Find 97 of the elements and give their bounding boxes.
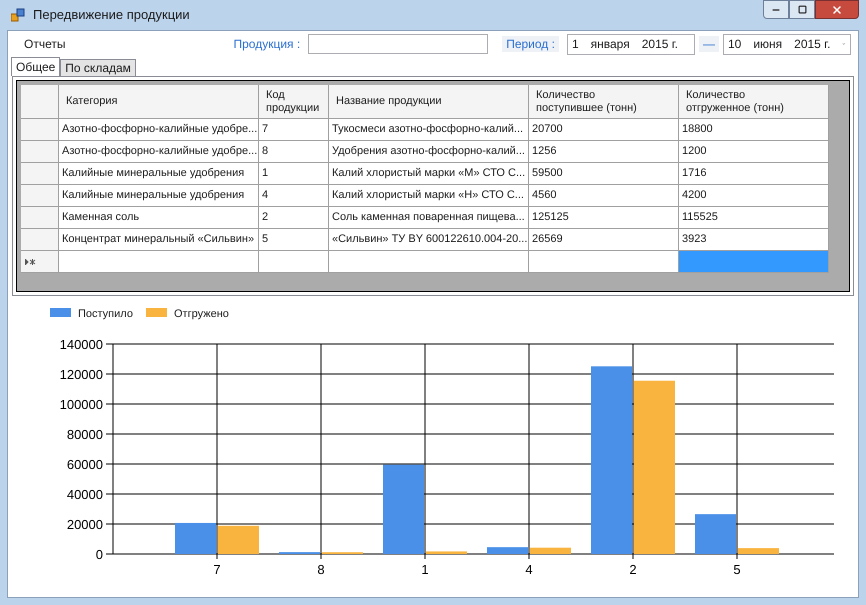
tab[interactable]: Общее (11, 57, 60, 76)
period-label: Период : (502, 36, 559, 52)
table-cell: 125125 (529, 207, 679, 229)
x-tick-label: 7 (213, 562, 221, 576)
product-label: Продукция : (233, 36, 300, 52)
date-separator: — (698, 36, 719, 52)
table-cell: 8 (259, 141, 329, 163)
table-cell: 5 (259, 229, 329, 251)
close-icon (831, 4, 843, 16)
date-year: 2015 г. (794, 36, 830, 52)
table-cell: 1200 (679, 141, 829, 163)
column-header-text: Категория (66, 95, 118, 108)
maximize-icon (798, 5, 806, 14)
row-header[interactable] (21, 207, 59, 229)
table-cell: 3923 (679, 229, 829, 251)
y-tick-label: 60000 (66, 457, 103, 472)
x-tick-label: 5 (733, 562, 741, 576)
table-cell: «Сильвин» ТУ BY 600122610.004-20... (329, 229, 529, 251)
table-cell: 1 (259, 163, 329, 185)
bar (426, 551, 467, 554)
x-tick-label: 1 (421, 562, 429, 576)
bar (218, 526, 259, 554)
column-header-text: Количество поступившее (тонн) (536, 88, 638, 114)
table-cell: 20700 (529, 119, 679, 141)
product-field[interactable] (308, 34, 488, 54)
row-header[interactable] (21, 185, 59, 207)
tab[interactable]: По складам (60, 59, 136, 76)
table-cell: 1716 (679, 163, 829, 185)
column-header-text: Количество отгруженное (тонн) (686, 88, 785, 114)
table-cell: 4560 (529, 185, 679, 207)
y-tick-label: 100000 (60, 397, 103, 412)
x-tick-label: 4 (525, 562, 533, 576)
row-header[interactable] (21, 119, 59, 141)
table-cell[interactable] (259, 251, 329, 273)
table-cell[interactable] (59, 251, 259, 273)
table-cell: 18800 (679, 119, 829, 141)
table-cell: 115525 (679, 207, 829, 229)
y-tick-label: 80000 (66, 427, 103, 442)
table-cell[interactable] (329, 251, 529, 273)
menu-item[interactable]: Отчеты (16, 36, 74, 52)
bar (738, 548, 779, 554)
column-header[interactable]: Категория (59, 85, 259, 119)
y-tick-label: 140000 (60, 337, 103, 352)
table-cell: Соль каменная поваренная пищева... (329, 207, 529, 229)
y-tick-label: 120000 (60, 367, 103, 382)
table-cell: Калийные минеральные удобрения (59, 163, 259, 185)
x-tick-label: 8 (317, 562, 325, 576)
new-row-icon (25, 258, 36, 264)
legend-label: Поступило (78, 308, 133, 320)
column-header[interactable]: Количество поступившее (тонн) (529, 85, 679, 119)
table-cell: Калий хлористый марки «М» СТО С... (329, 163, 529, 185)
table-cell: 2 (259, 207, 329, 229)
column-header[interactable]: Название продукции (329, 85, 529, 119)
table-cell: Азотно-фосфорно-калийные удобре... (59, 119, 259, 141)
table-cell: 4 (259, 185, 329, 207)
close-button[interactable] (815, 0, 859, 19)
table-cell: 1256 (529, 141, 679, 163)
table-cell: Калийные минеральные удобрения (59, 185, 259, 207)
bar (175, 522, 216, 554)
table-cell[interactable] (529, 251, 679, 273)
header-cell (21, 85, 59, 119)
column-header-text: Код продукции (266, 88, 320, 114)
table-cell: 59500 (529, 163, 679, 185)
maximize-button[interactable] (789, 0, 815, 19)
row-header[interactable] (21, 163, 59, 185)
y-tick-label: 0 (96, 547, 103, 562)
table-cell: Каменная соль (59, 207, 259, 229)
column-header[interactable]: Количество отгруженное (тонн) (679, 85, 829, 119)
table-cell: 7 (259, 119, 329, 141)
date-picker[interactable]: 1 января 2015 г. (566, 34, 695, 54)
window-title: Передвижение продукции (33, 6, 190, 24)
table-cell: 26569 (529, 229, 679, 251)
date-month: июня (753, 36, 782, 52)
table-cell: 4200 (679, 185, 829, 207)
table-cell: Калий хлористый марки «Н» СТО С... (329, 185, 529, 207)
table-cell: Удобрения азотно-фосфорно-калий... (329, 141, 529, 163)
column-header[interactable]: Код продукции (259, 85, 329, 119)
row-header[interactable] (21, 229, 59, 251)
table-cell: Тукосмеси азотно-фосфорно-калий... (329, 119, 529, 141)
y-tick-label: 20000 (66, 517, 103, 532)
legend-label: Отгружено (174, 308, 229, 320)
date-picker[interactable]: 10 июня 2015 г. (722, 34, 851, 54)
row-header[interactable] (21, 141, 59, 163)
table-cell: Концентрат минеральный «Сильвин» (59, 229, 259, 251)
app-icon (11, 8, 25, 22)
date-year: 2015 г. (642, 36, 678, 52)
bar (487, 547, 528, 554)
date-day: 1 (572, 36, 579, 52)
bar (530, 548, 571, 554)
y-tick-label: 40000 (66, 487, 103, 502)
table-cell: Азотно-фосфорно-калийные удобре... (59, 141, 259, 163)
column-header-text: Название продукции (336, 95, 442, 108)
bar (695, 514, 736, 554)
x-tick-label: 2 (629, 562, 637, 576)
table-cell[interactable] (679, 251, 829, 273)
date-month: января (590, 36, 630, 52)
date-day: 10 (728, 36, 742, 52)
